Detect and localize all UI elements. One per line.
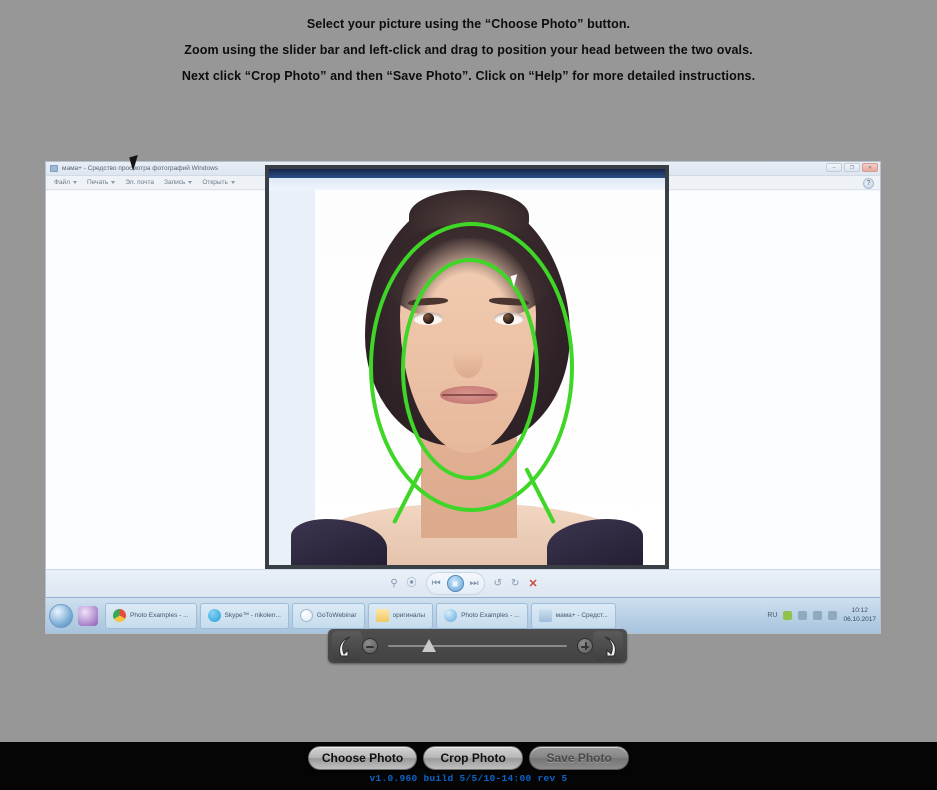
network-icon[interactable] <box>813 611 823 620</box>
minimize-button[interactable]: – <box>826 163 842 172</box>
previous-image-icon[interactable]: ⏮ <box>432 578 441 589</box>
menu-item-email-label: Эл. почта <box>125 179 155 186</box>
instruction-line-2: Zoom using the slider bar and left-click… <box>184 43 753 57</box>
zoom-in-button[interactable] <box>577 638 593 654</box>
menu-item-print-label: Печать <box>86 179 109 186</box>
chevron-down-icon <box>188 181 193 184</box>
head-guide-oval-inner <box>401 258 539 480</box>
clock-date: 06.10.2017 <box>843 615 876 623</box>
choose-photo-button[interactable]: Choose Photo <box>307 746 418 770</box>
taskbar-item-label: GoToWebinar <box>316 612 357 619</box>
photo-viewer-icon <box>538 609 552 622</box>
folder-icon <box>375 609 389 622</box>
viewer-navigation-group: ⏮ ▣ ⏭ <box>425 572 485 595</box>
rotate-right-icon[interactable]: ↻ <box>511 578 519 589</box>
rotate-left-icon[interactable]: ↺ <box>494 578 502 589</box>
zoom-slider-thumb[interactable] <box>422 639 437 652</box>
taskbar-item-label: Photo Examples - ... <box>130 612 189 619</box>
app-root: Select your picture using the “Choose Ph… <box>0 0 937 790</box>
action-bar: Choose Photo Crop Photo Save Photo v1.0.… <box>0 742 937 790</box>
menu-item-open[interactable]: Открыть <box>202 179 235 186</box>
zoom-slider-track[interactable] <box>388 645 567 647</box>
viewer-toolbar: ⚲ ⦿ ⏮ ▣ ⏭ ↺ ↻ ✕ <box>46 569 880 597</box>
menu-item-file-label: Файл <box>54 179 70 186</box>
crop-frame-subtitle-strip <box>269 178 665 190</box>
window-controls: – ❐ ✕ <box>826 163 878 172</box>
taskbar-item-gotowebinar[interactable]: GoToWebinar <box>291 602 365 629</box>
chrome-icon <box>113 609 126 622</box>
menu-item-email[interactable]: Эл. почта <box>125 179 154 186</box>
system-tray: RU 10:12 06.10.2017 <box>767 607 880 623</box>
menu-item-burn[interactable]: Запись <box>164 179 193 186</box>
tray-icon-antivirus[interactable] <box>783 611 793 620</box>
start-button-icon[interactable] <box>49 603 73 628</box>
menu-item-open-label: Открыть <box>202 179 228 186</box>
taskbar-item-skype[interactable]: Skype™ - nikolen... <box>199 602 289 629</box>
close-button[interactable]: ✕ <box>862 163 878 172</box>
clock-time: 10:12 <box>851 607 868 615</box>
action-button-row: Choose Photo Crop Photo Save Photo <box>0 746 937 770</box>
volume-icon[interactable] <box>828 611 838 620</box>
crop-preview-frame[interactable] <box>265 165 669 569</box>
taskbar-item-label: Photo Examples - ... <box>461 612 520 619</box>
photo-canvas[interactable] <box>269 190 665 565</box>
menu-item-burn-label: Запись <box>164 179 186 186</box>
chevron-down-icon <box>72 181 77 184</box>
gotowebinar-icon <box>299 609 313 622</box>
tray-icon-clipboard[interactable] <box>798 611 808 620</box>
internet-explorer-icon <box>444 609 458 622</box>
language-indicator[interactable]: RU <box>767 612 777 619</box>
help-icon[interactable]: ? <box>863 178 874 189</box>
taskbar-item-photo-viewer[interactable]: мама+ - Средст... <box>530 602 616 629</box>
rotate-right-button[interactable] <box>593 631 623 661</box>
zoom-icon[interactable]: ⚲ <box>390 578 397 589</box>
delete-image-icon[interactable]: ✕ <box>528 577 537 590</box>
taskbar-item-label: оригиналы <box>392 612 426 619</box>
crop-frame-title-strip <box>269 169 665 178</box>
taskbar-clock[interactable]: 10:12 06.10.2017 <box>843 607 876 623</box>
zoom-slider-bar <box>328 629 627 663</box>
fit-to-window-icon[interactable]: ⦿ <box>407 578 417 589</box>
taskbar-item-chrome[interactable]: Photo Examples - ... <box>105 602 197 629</box>
chevron-down-icon <box>230 181 235 184</box>
instruction-line-3: Next click “Crop Photo” and then “Save P… <box>181 69 756 83</box>
instruction-line-1: Select your picture using the “Choose Ph… <box>306 17 631 31</box>
crop-photo-button[interactable]: Crop Photo <box>423 746 524 770</box>
viber-icon[interactable] <box>78 605 98 626</box>
taskbar-item-label: Skype™ - nikolen... <box>224 612 281 619</box>
taskbar-item-internet-explorer[interactable]: Photo Examples - ... <box>436 602 528 629</box>
instructions-block: Select your picture using the “Choose Ph… <box>0 0 937 100</box>
menu-item-file[interactable]: Файл <box>54 179 77 186</box>
play-slideshow-icon[interactable]: ▣ <box>446 575 464 592</box>
zoom-slider-track-area[interactable] <box>388 635 567 657</box>
taskbar-item-folder[interactable]: оригиналы <box>367 602 434 629</box>
zoom-out-button[interactable] <box>362 638 378 654</box>
skype-icon <box>207 609 221 622</box>
taskbar-item-label: мама+ - Средст... <box>555 612 608 619</box>
rotate-left-button[interactable] <box>332 631 362 661</box>
windows-taskbar: Photo Examples - ... Skype™ - nikolen...… <box>46 597 880 633</box>
save-photo-button[interactable]: Save Photo <box>529 746 630 770</box>
next-image-icon[interactable]: ⏭ <box>470 578 479 589</box>
chevron-down-icon <box>111 181 116 184</box>
version-label: v1.0.960 build 5/5/10-14:00 rev 5 <box>369 773 568 784</box>
menu-item-print[interactable]: Печать <box>86 179 116 186</box>
viewer-window-icon <box>50 165 58 172</box>
maximize-button[interactable]: ❐ <box>844 163 860 172</box>
